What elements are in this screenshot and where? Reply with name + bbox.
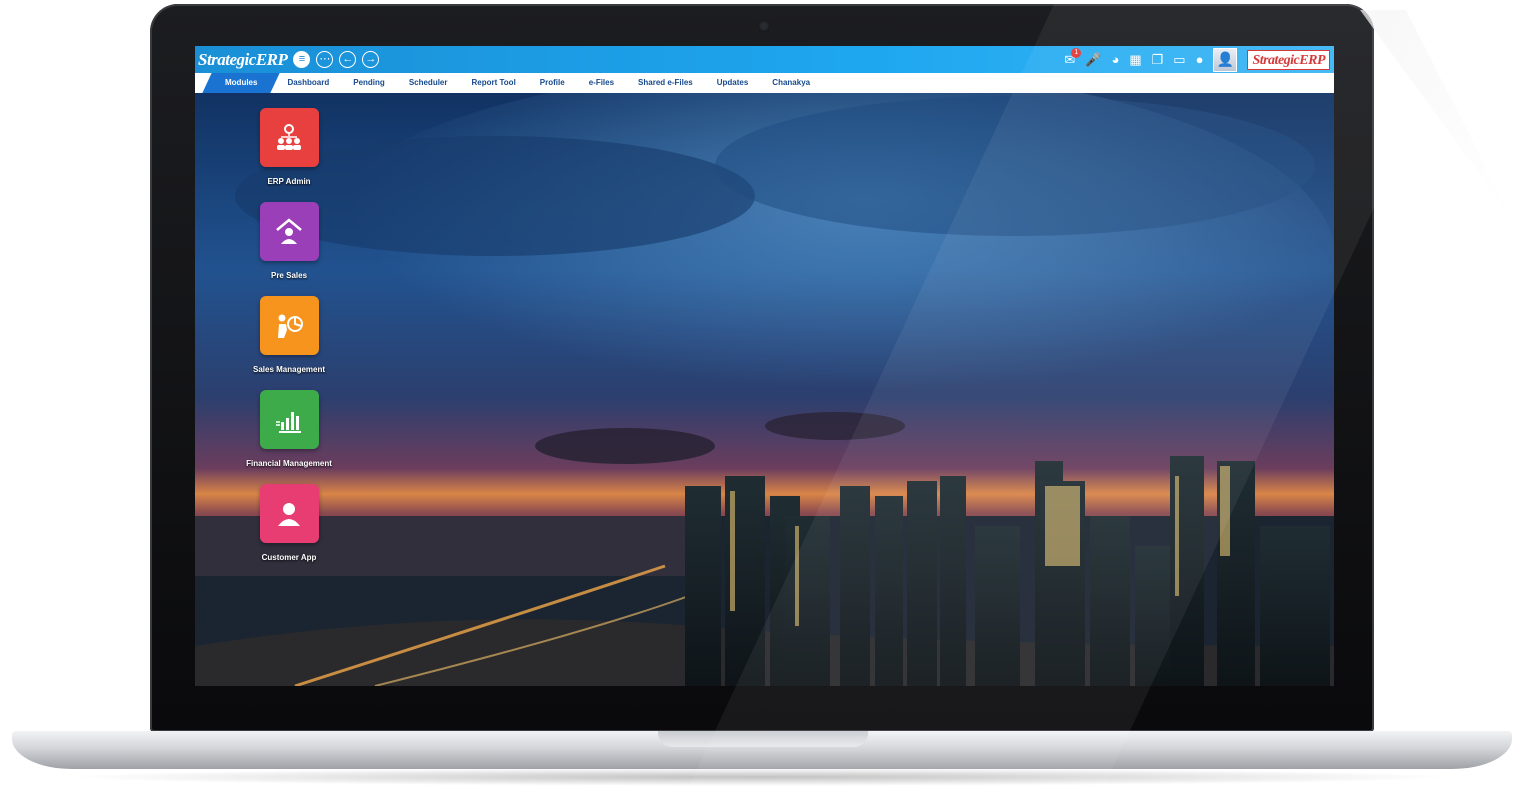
arrow-left-icon[interactable]: ← <box>339 51 357 68</box>
toolbar-right: ✉ 1 🎤 ◕ ▦ ❐ ▭ ● 👤 StrategicERP <box>1064 47 1330 72</box>
module-label: Customer App <box>261 553 317 562</box>
mail-icon[interactable]: ✉ 1 <box>1064 48 1082 66</box>
globe-icon[interactable]: ● <box>1196 53 1204 66</box>
tab-e-files[interactable]: e-Files <box>577 73 626 93</box>
screen: StrategicERP ≡ ⋯ ← → ✉ 1 🎤 ◕ ▦ ❐ ▭ ● 👤 St… <box>195 46 1334 686</box>
tab-report-tool[interactable]: Report Tool <box>460 73 528 93</box>
module-pre-sales[interactable]: Pre Sales <box>239 202 339 280</box>
module-sales-management[interactable]: Sales Management <box>239 296 339 374</box>
hamburger-icon[interactable]: ≡ <box>293 51 311 68</box>
logo[interactable]: StrategicERP <box>198 50 288 70</box>
brand-logo: StrategicERP <box>1247 49 1330 70</box>
tab-dashboard[interactable]: Dashboard <box>275 73 341 93</box>
module-label: ERP Admin <box>267 177 311 186</box>
city-skyline-wallpaper <box>195 46 1334 686</box>
calculator-icon[interactable]: ▦ <box>1129 53 1141 66</box>
module-label: Sales Management <box>252 365 326 374</box>
tab-shared-e-files[interactable]: Shared e-Files <box>626 73 705 93</box>
windows-icon[interactable]: ❐ <box>1152 53 1164 66</box>
customer-app-tile[interactable] <box>259 484 319 543</box>
module-label: Pre Sales <box>270 271 308 280</box>
module-customer-app[interactable]: Customer App <box>239 484 339 562</box>
tab-pending[interactable]: Pending <box>341 73 397 93</box>
tab-profile[interactable]: Profile <box>528 73 577 93</box>
microphone-icon[interactable]: 🎤 <box>1085 53 1101 66</box>
laptop-shadow <box>60 768 1460 786</box>
pre-sales-tile[interactable] <box>259 202 319 261</box>
financial-management-tile[interactable] <box>259 390 319 449</box>
tab-chanakya[interactable]: Chanakya <box>760 73 822 93</box>
background-glare <box>1360 10 1513 220</box>
main-menu: Modules Dashboard Pending Scheduler Repo… <box>195 73 1334 93</box>
home-user-icon <box>276 217 302 244</box>
tab-updates[interactable]: Updates <box>705 73 761 93</box>
notification-badge: 1 <box>1071 48 1082 58</box>
more-icon[interactable]: ⋯ <box>316 51 334 68</box>
pie-chart-icon[interactable]: ◕ <box>1111 53 1119 66</box>
user-icon <box>278 502 300 526</box>
top-bar: StrategicERP ≡ ⋯ ← → ✉ 1 🎤 ◕ ▦ ❐ ▭ ● 👤 St… <box>195 46 1334 73</box>
arrow-right-icon[interactable]: → <box>362 51 380 68</box>
module-financial-management[interactable]: Financial Management <box>239 390 339 468</box>
avatar[interactable]: 👤 <box>1213 47 1238 72</box>
tab-modules[interactable]: Modules <box>202 73 281 93</box>
erp-admin-tile[interactable] <box>259 108 319 167</box>
module-label: Financial Management <box>246 459 332 468</box>
module-erp-admin[interactable]: ERP Admin <box>239 108 339 186</box>
org-chart-icon <box>277 123 301 150</box>
bar-chart-icon <box>276 411 301 433</box>
monitor-icon[interactable]: ▭ <box>1173 53 1185 66</box>
laptop-notch <box>658 731 868 747</box>
tab-scheduler[interactable]: Scheduler <box>397 73 460 93</box>
webcam-icon <box>758 20 770 32</box>
sales-management-tile[interactable] <box>259 296 319 355</box>
presentation-icon <box>278 314 303 338</box>
